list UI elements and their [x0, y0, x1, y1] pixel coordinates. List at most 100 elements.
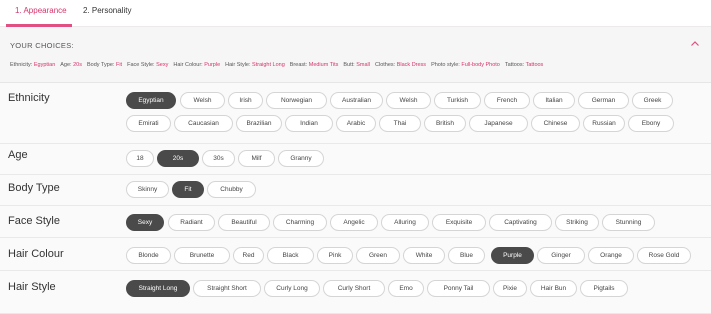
option-ethnicity[interactable]: Italian	[533, 92, 575, 109]
section-label: Age	[8, 149, 28, 161]
option-ethnicity[interactable]: Caucasian	[174, 115, 233, 132]
option-hair-colour[interactable]: Orange	[588, 247, 634, 264]
choice-item: Photo style: Full-body Photo	[431, 62, 500, 68]
option-hair-colour[interactable]: Black	[267, 247, 314, 264]
option-ethnicity[interactable]: Emirati	[126, 115, 171, 132]
option-ethnicity[interactable]: Brazilian	[236, 115, 282, 132]
choice-item: Butt: Small	[343, 62, 370, 68]
option-face-style[interactable]: Striking	[555, 214, 599, 231]
choice-item: Breast: Medium Tits	[290, 62, 339, 68]
option-body-type[interactable]: Fit	[172, 181, 204, 198]
option-ethnicity[interactable]: British	[424, 115, 466, 132]
option-face-style[interactable]: Sexy	[126, 214, 164, 231]
option-hair-style[interactable]: Straight Long	[126, 280, 190, 297]
section-label: Hair Colour	[8, 248, 64, 260]
section-hair-style: Hair Style Straight Long Straight Short Cu…	[0, 271, 711, 314]
option-hair-style[interactable]: Hair Bun	[530, 280, 577, 297]
option-ethnicity[interactable]: Thai	[379, 115, 421, 132]
choice-label: Butt:	[343, 62, 355, 68]
option-hair-colour[interactable]: Blue	[448, 247, 485, 264]
choice-item: Tattoos: Tattoos	[505, 62, 543, 68]
choice-item: Ethnicity: Egyptian	[10, 62, 55, 68]
option-hair-colour[interactable]: Rose Gold	[637, 247, 691, 264]
choice-label: Hair Style:	[225, 62, 251, 68]
option-ethnicity[interactable]: Chinese	[531, 115, 580, 132]
option-hair-style[interactable]: Straight Short	[193, 280, 261, 297]
chevron-up-icon[interactable]	[689, 37, 701, 49]
choice-value: Full-body Photo	[461, 62, 500, 68]
option-age[interactable]: Milf	[238, 150, 275, 167]
choice-value: Purple	[204, 62, 221, 68]
choice-item: Age: 20s	[60, 62, 82, 68]
choice-value: Straight Long	[252, 62, 285, 68]
option-face-style[interactable]: Angelic	[330, 214, 378, 231]
choice-item: Hair Colour: Purple	[173, 62, 220, 68]
option-age[interactable]: 20s	[157, 150, 199, 167]
option-ethnicity[interactable]: Egyptian	[126, 92, 176, 109]
option-hair-style[interactable]: Emo	[388, 280, 424, 297]
option-ethnicity[interactable]: Welsh	[386, 92, 431, 109]
option-hair-colour[interactable]: Blonde	[126, 247, 171, 264]
option-face-style[interactable]: Captivating	[489, 214, 552, 231]
option-ethnicity[interactable]: Russian	[583, 115, 625, 132]
choice-value: Egyptian	[33, 62, 56, 68]
option-hair-colour[interactable]: Green	[356, 247, 400, 264]
choice-label: Tattoos:	[504, 62, 525, 68]
option-age[interactable]: 18	[126, 150, 154, 167]
choice-value: Small	[356, 62, 370, 68]
option-ethnicity[interactable]: Ebony	[628, 115, 674, 132]
option-ethnicity[interactable]: Australian	[330, 92, 383, 109]
option-ethnicity[interactable]: German	[578, 92, 629, 109]
choice-value: Medium Tits	[308, 62, 339, 68]
option-body-type[interactable]: Chubby	[207, 181, 256, 198]
option-ethnicity[interactable]: Greek	[632, 92, 673, 109]
option-face-style[interactable]: Radiant	[168, 214, 215, 231]
option-age[interactable]: 30s	[202, 150, 235, 167]
option-hair-colour[interactable]: Brunette	[174, 247, 230, 264]
choice-value: 20s	[73, 62, 82, 68]
choice-value: Black Dress	[396, 62, 427, 68]
section-hair-colour: Hair Colour Blonde Brunette Red Black Pink Gr…	[0, 238, 711, 271]
option-hair-colour[interactable]: Ginger	[537, 247, 585, 264]
option-ethnicity[interactable]: Indian	[285, 115, 333, 132]
section-label: Face Style	[8, 215, 60, 227]
choice-item: Face Style: Sexy	[127, 62, 168, 68]
option-ethnicity[interactable]: Welsh	[180, 92, 225, 109]
option-face-style[interactable]: Stunning	[602, 214, 655, 231]
section-label: Body Type	[8, 182, 60, 194]
option-age[interactable]: Granny	[278, 150, 324, 167]
option-hair-style[interactable]: Curly Long	[264, 280, 320, 297]
choice-item: Hair Style: Straight Long	[225, 62, 285, 68]
option-body-type[interactable]: Skinny	[126, 181, 169, 198]
section-label: Hair Style	[8, 281, 56, 293]
choice-label: Photo style:	[431, 62, 460, 68]
choice-label: Age:	[60, 62, 72, 68]
option-hair-style[interactable]: Curly Short	[323, 280, 385, 297]
option-ethnicity[interactable]: Irish	[228, 92, 263, 109]
option-hair-colour[interactable]: Purple	[491, 247, 534, 264]
option-hair-style[interactable]: Pixie	[493, 280, 527, 297]
option-hair-colour[interactable]: Red	[233, 247, 264, 264]
option-face-style[interactable]: Exquisite	[432, 214, 486, 231]
option-ethnicity[interactable]: Arabic	[336, 115, 376, 132]
option-ethnicity[interactable]: Japanese	[469, 115, 528, 132]
section-label: Ethnicity	[8, 92, 50, 104]
section-ethnicity: Ethnicity Egyptian Welsh Irish Norwegian Aus…	[0, 83, 711, 144]
tab-personality[interactable]: 2. Personality	[83, 6, 131, 15]
option-face-style[interactable]: Beautiful	[218, 214, 270, 231]
option-hair-style[interactable]: Pigtails	[580, 280, 628, 297]
option-ethnicity[interactable]: Norwegian	[266, 92, 327, 109]
option-ethnicity[interactable]: French	[484, 92, 530, 109]
choice-value: Tattoos	[525, 62, 544, 68]
option-hair-colour[interactable]: White	[403, 247, 445, 264]
option-ethnicity[interactable]: Turkish	[434, 92, 481, 109]
tab-appearance[interactable]: 1. Appearance	[15, 6, 67, 15]
option-hair-colour[interactable]: Pink	[317, 247, 353, 264]
choice-item: Body Type: Fit	[87, 62, 122, 68]
option-face-style[interactable]: Charming	[273, 214, 327, 231]
option-face-style[interactable]: Alluring	[381, 214, 429, 231]
choices-summary: YOUR CHOICES: Ethnicity: Egyptian Age: 20…	[0, 27, 711, 83]
choice-label: Clothes:	[375, 62, 396, 68]
option-hair-style[interactable]: Ponny Tail	[427, 280, 490, 297]
choice-label: Hair Colour:	[173, 62, 203, 68]
